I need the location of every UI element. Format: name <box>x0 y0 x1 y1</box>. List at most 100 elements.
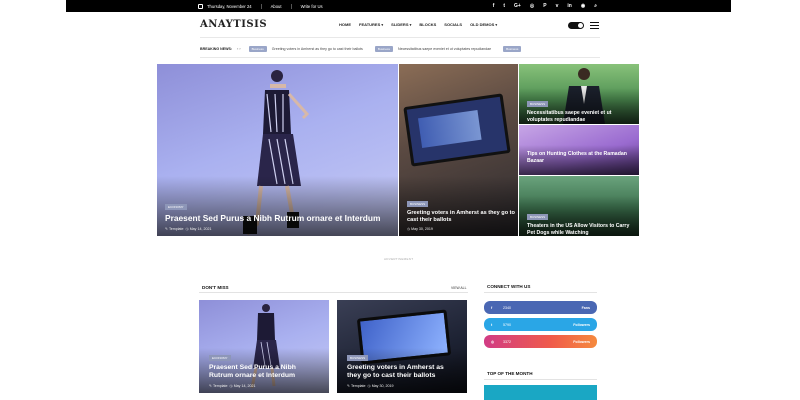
site-logo[interactable]: ANAYTISIS <box>200 19 267 30</box>
instagram-icon: ◎ <box>491 339 495 344</box>
section-divider <box>199 292 468 293</box>
divider <box>200 57 600 58</box>
hero-side-post[interactable]: BUSINESS Necessitatibus saepe eveniet et… <box>519 64 639 124</box>
pen-icon: ✎ <box>209 383 213 388</box>
connect-title: CONNECT WITH US <box>487 284 531 289</box>
pen-icon: ✎ <box>347 383 351 388</box>
nav-blocks[interactable]: BLOCKS <box>419 22 436 27</box>
category-badge[interactable]: Business <box>374 46 394 52</box>
breaking-nav-arrows[interactable]: ‹ › <box>237 47 240 51</box>
calendar-icon <box>198 3 203 9</box>
breaking-item[interactable]: Greeting voters in Amherst as they go to… <box>272 47 363 51</box>
post-title[interactable]: Praesent Sed Purus a Nibh Rutrum ornare … <box>209 364 321 381</box>
hero-side-caption: Tips on Hunting Clothes at the Ramadan B… <box>527 151 635 164</box>
twitter-icon: t <box>491 322 493 327</box>
top-of-month-image[interactable] <box>484 385 597 400</box>
vimeo-icon[interactable]: v <box>556 3 559 9</box>
follower-count: 5790 <box>503 322 511 327</box>
page: Thursday, November 24 About Write for Us… <box>0 0 800 400</box>
chevron-down-icon: ▾ <box>409 23 412 27</box>
write-for-us-link[interactable]: Write for Us <box>301 4 323 9</box>
clock-icon: ◷ <box>185 226 189 231</box>
post-title[interactable]: Theaters in the US Allow Visitors to Car… <box>527 223 635 236</box>
view-all-link[interactable]: VIEW ALL <box>451 286 466 290</box>
dont-miss-title: DON'T MISS <box>202 285 229 290</box>
facebook-follow-button[interactable]: f 2340 Fans <box>484 301 597 314</box>
chevron-down-icon: ▾ <box>381 23 384 27</box>
card-caption: BUSINESS Greeting voters in Amherst as t… <box>347 346 459 388</box>
breaking-news-bar: BREAKING NEWS: ‹ › Business Greeting vot… <box>200 45 600 53</box>
clock-icon: ◷ <box>367 383 371 388</box>
category-badge[interactable]: BUSINESS <box>527 101 549 107</box>
nav-home[interactable]: HOME <box>339 22 351 27</box>
category-badge[interactable]: ECONOMY <box>209 355 231 361</box>
top-bar: Thursday, November 24 About Write for Us… <box>66 0 731 12</box>
advertisement-label: ADVERTISEMENT <box>384 257 414 261</box>
post-author[interactable]: Template <box>351 384 366 388</box>
follow-label: Followers <box>573 322 590 327</box>
section-divider <box>484 379 597 380</box>
category-badge[interactable]: Business <box>248 46 267 52</box>
nav-sliders[interactable]: SLIDERS ▾ <box>391 22 411 27</box>
hero-second-post[interactable]: BUSINESS Greeting voters in Amherst as t… <box>399 64 518 236</box>
post-meta: ◷ May 30, 2019 <box>407 227 515 231</box>
category-badge[interactable]: ECONOMY <box>165 204 187 210</box>
twitter-follow-button[interactable]: t 5790 Followers <box>484 318 597 331</box>
nav-socials[interactable]: SOCIALS <box>444 22 462 27</box>
twitter-icon[interactable]: t <box>503 3 505 9</box>
dont-miss-card[interactable]: BUSINESS Greeting voters in Amherst as t… <box>337 300 467 393</box>
post-title[interactable]: Greeting voters in Amherst as they go to… <box>407 210 515 224</box>
menu-icon[interactable] <box>590 22 599 29</box>
nav-old-demos[interactable]: OLD DEMOS ▾ <box>470 22 497 27</box>
top-social-icons: f t G+ ◎ P v in ◉ ⌕ <box>493 0 597 12</box>
pen-icon: ✎ <box>165 226 169 231</box>
breaking-news-label: BREAKING NEWS: <box>200 47 233 51</box>
hero-side-caption: BUSINESS Necessitatibus saepe eveniet et… <box>527 92 632 123</box>
post-title[interactable]: Necessitatibus saepe eveniet et ut volup… <box>527 110 632 123</box>
hero-second-caption: BUSINESS Greeting voters in Amherst as t… <box>407 192 515 231</box>
top-date: Thursday, November 24 <box>198 3 252 9</box>
post-date: May 14, 2021 <box>233 383 256 388</box>
post-date: May 30, 2019 <box>371 383 394 388</box>
top-of-month-title: TOP OF THE MONTH <box>487 371 533 376</box>
post-date: May 14, 2021 <box>189 226 212 231</box>
category-badge[interactable]: Business <box>503 46 522 52</box>
facebook-icon: f <box>491 305 493 310</box>
hero-main-caption: ECONOMY Praesent Sed Purus a Nibh Rutrum… <box>165 195 385 231</box>
about-link[interactable]: About <box>271 4 282 9</box>
linkedin-icon[interactable]: in <box>567 3 571 9</box>
rss-icon[interactable]: ◉ <box>581 3 585 9</box>
instagram-follow-button[interactable]: ◎ 3372 Followers <box>484 335 597 348</box>
section-divider <box>484 292 597 293</box>
dark-mode-toggle[interactable] <box>568 22 584 29</box>
post-author[interactable]: Template <box>213 384 228 388</box>
google-plus-icon[interactable]: G+ <box>514 3 521 9</box>
pinterest-icon[interactable]: P <box>543 3 546 9</box>
follower-count: 3372 <box>503 339 511 344</box>
chevron-down-icon: ▾ <box>495 23 498 27</box>
clock-icon: ◷ <box>407 226 411 231</box>
breaking-item[interactable]: Necessitatibus saepe eveniet et ut volup… <box>398 47 491 51</box>
post-meta: ✎ Template ◷ May 14, 2021 <box>165 227 385 231</box>
category-badge[interactable]: BUSINESS <box>407 201 429 207</box>
follow-label: Fans <box>581 305 590 310</box>
card-caption: ECONOMY Praesent Sed Purus a Nibh Rutrum… <box>209 346 321 388</box>
post-title[interactable]: Greeting voters in Amherst as they go to… <box>347 364 459 381</box>
category-badge[interactable]: BUSINESS <box>527 214 549 220</box>
facebook-icon[interactable]: f <box>493 3 495 9</box>
post-title[interactable]: Tips on Hunting Clothes at the Ramadan B… <box>527 151 635 164</box>
divider <box>200 37 600 38</box>
post-meta: ✎ Template ◷ May 14, 2021 <box>209 384 321 388</box>
dont-miss-card[interactable]: ECONOMY Praesent Sed Purus a Nibh Rutrum… <box>199 300 329 393</box>
category-badge[interactable]: BUSINESS <box>347 355 369 361</box>
hero-main-post[interactable]: ECONOMY Praesent Sed Purus a Nibh Rutrum… <box>157 64 398 236</box>
follower-count: 2340 <box>503 305 511 310</box>
post-title[interactable]: Praesent Sed Purus a Nibh Rutrum ornare … <box>165 213 385 224</box>
instagram-icon[interactable]: ◎ <box>530 3 534 9</box>
nav-features[interactable]: FEATURES ▾ <box>359 22 383 27</box>
hero-side-post[interactable]: Tips on Hunting Clothes at the Ramadan B… <box>519 125 639 175</box>
follow-label: Followers <box>573 339 590 344</box>
post-author[interactable]: Template <box>169 227 184 231</box>
search-icon[interactable]: ⌕ <box>594 3 597 9</box>
hero-side-post[interactable]: BUSINESS Theaters in the US Allow Visito… <box>519 176 639 236</box>
